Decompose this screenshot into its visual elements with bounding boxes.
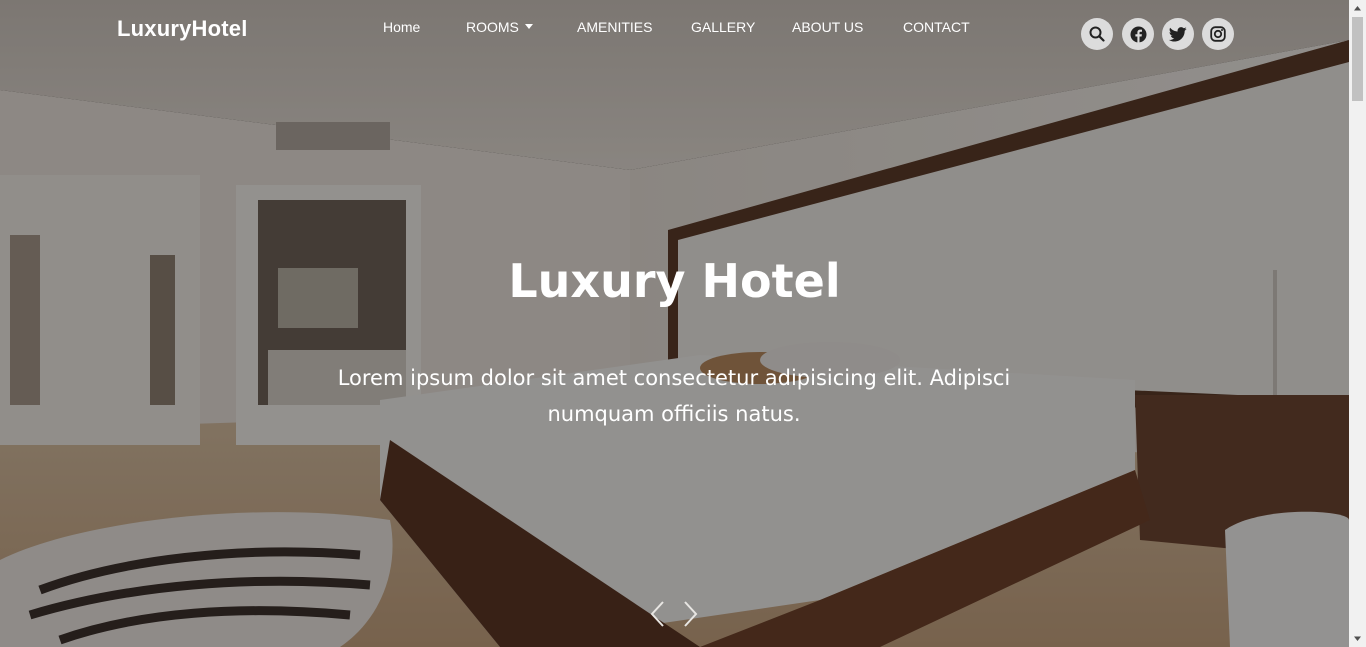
nav-link-amenities[interactable]: AMENITIES (577, 19, 652, 35)
nav-link-rooms-label: ROOMS (466, 19, 519, 35)
chevron-right-icon[interactable] (679, 600, 701, 628)
nav-link-contact[interactable]: CONTACT (903, 19, 970, 35)
facebook-button[interactable] (1122, 18, 1154, 50)
nav-link-home[interactable]: Home (383, 19, 420, 35)
hero-title: Luxury Hotel (508, 254, 841, 308)
chevron-left-icon[interactable] (647, 600, 669, 628)
nav-link-rooms-dropdown[interactable]: ROOMS (466, 19, 533, 35)
twitter-button[interactable] (1162, 18, 1194, 50)
hero-description: Lorem ipsum dolor sit amet consectetur a… (337, 366, 1011, 426)
instagram-button[interactable] (1202, 18, 1234, 50)
nav-link-gallery[interactable]: GALLERY (691, 19, 755, 35)
hero-overlay (0, 0, 1349, 647)
search-icon (1089, 26, 1105, 42)
page-scrollbar[interactable] (1349, 0, 1366, 647)
carousel-controls (647, 600, 707, 628)
instagram-icon (1210, 26, 1226, 42)
scroll-up-icon[interactable] (1349, 0, 1366, 17)
scrollbar-thumb[interactable] (1352, 17, 1363, 101)
search-button[interactable] (1081, 18, 1113, 50)
scroll-down-icon[interactable] (1349, 630, 1366, 647)
twitter-icon (1169, 26, 1187, 42)
nav-link-about-us[interactable]: ABOUT US (792, 19, 863, 35)
caret-down-icon (524, 24, 533, 29)
hero-background-image (0, 0, 1349, 647)
navbar: LuxuryHotel Home ROOMS AMENITIES GALLERY… (0, 0, 1349, 64)
facebook-icon (1130, 26, 1146, 43)
